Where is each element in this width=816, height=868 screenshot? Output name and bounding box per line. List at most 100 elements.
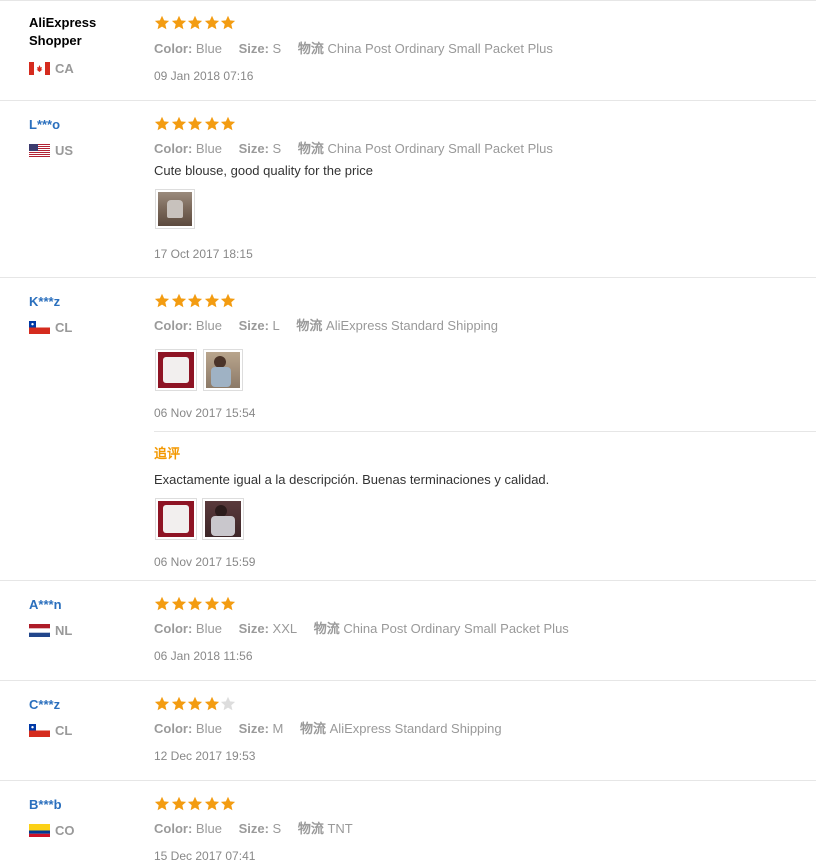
size-value: L — [272, 318, 280, 333]
star-filled-icon — [204, 796, 220, 812]
sku-info: Color: Blue Size: S 物流 TNT — [154, 818, 353, 837]
followup-photo-thumbnail[interactable] — [202, 498, 244, 540]
canada-flag-icon — [29, 61, 50, 75]
size-value: XXL — [272, 621, 298, 636]
shipping-value: China Post Ordinary Small Packet Plus — [327, 41, 553, 56]
logistics-label: 物流 — [297, 821, 324, 836]
star-filled-icon — [220, 116, 236, 132]
review-date: 06 Nov 2017 15:54 — [154, 406, 256, 420]
star-filled-icon — [187, 293, 203, 309]
star-filled-icon — [204, 596, 220, 612]
country-code: CA — [55, 60, 74, 76]
sku-info: Color: Blue Size: L 物流 AliExpress Standa… — [154, 315, 498, 334]
reviewer-country: CL — [29, 319, 72, 335]
star-filled-icon — [220, 15, 236, 31]
followup-comment: Exactamente igual a la descripción. Buen… — [154, 472, 550, 487]
star-filled-icon — [187, 116, 203, 132]
size-label: Size: — [238, 141, 269, 156]
size-value: S — [272, 821, 282, 836]
country-code: US — [55, 142, 74, 158]
sku-info: Color: Blue Size: XXL 物流 China Post Ordi… — [154, 618, 569, 637]
star-filled-icon — [171, 796, 187, 812]
review-comment: Cute blouse, good quality for the price — [154, 163, 373, 178]
review-date: 17 Oct 2017 18:15 — [154, 247, 253, 261]
reviewer-country: CA — [29, 60, 74, 76]
review-item: A***n NL Color: Blue Size: XXL 物流 China … — [0, 581, 816, 681]
logistics-label: 物流 — [300, 721, 327, 736]
star-filled-icon — [204, 15, 220, 31]
logistics-label: 物流 — [297, 141, 324, 156]
review-date: 06 Jan 2018 11:56 — [154, 649, 253, 663]
star-filled-icon — [187, 796, 203, 812]
star-filled-icon — [171, 293, 187, 309]
color-label: Color: — [154, 821, 193, 836]
color-value: Blue — [195, 821, 222, 836]
review-date: 15 Dec 2017 07:41 — [154, 849, 256, 863]
colombia-flag-icon — [29, 823, 50, 837]
star-filled-icon — [171, 15, 187, 31]
shipping-value: TNT — [327, 821, 353, 836]
star-filled-icon — [187, 696, 203, 712]
followup-photo-thumbnail[interactable] — [155, 498, 197, 540]
color-value: Blue — [195, 141, 222, 156]
reviewer-country: CO — [29, 822, 75, 838]
color-value: Blue — [195, 318, 222, 333]
logistics-label: 物流 — [297, 41, 324, 56]
rating-stars — [154, 116, 237, 132]
star-filled-icon — [171, 596, 187, 612]
usa-flag-icon — [29, 143, 50, 157]
size-value: S — [272, 41, 282, 56]
size-label: Size: — [238, 821, 269, 836]
reviewer-country: CL — [29, 722, 72, 738]
divider — [0, 0, 816, 1]
review-photo-thumbnail[interactable] — [155, 189, 195, 229]
reviewer-name[interactable]: K***z — [29, 293, 139, 311]
review-photo-thumbnail[interactable] — [203, 349, 243, 391]
color-value: Blue — [195, 721, 222, 736]
chile-flag-icon — [29, 320, 50, 334]
star-filled-icon — [204, 696, 220, 712]
shipping-value: AliExpress Standard Shipping — [329, 721, 502, 736]
reviewer-name[interactable]: C***z — [29, 696, 139, 714]
star-filled-icon — [187, 596, 203, 612]
star-filled-icon — [220, 596, 236, 612]
review-date: 12 Dec 2017 19:53 — [154, 749, 256, 763]
star-filled-icon — [154, 796, 170, 812]
shipping-value: AliExpress Standard Shipping — [326, 318, 499, 333]
star-filled-icon — [154, 293, 170, 309]
reviewer-name: AliExpress Shopper — [29, 15, 97, 48]
review-item: K***z CL Color: Blue Size: L 物流 AliExpre… — [0, 278, 816, 581]
star-filled-icon — [154, 596, 170, 612]
country-code: NL — [55, 622, 73, 638]
star-filled-icon — [171, 696, 187, 712]
reviewer-name[interactable]: A***n — [29, 596, 139, 614]
color-label: Color: — [154, 621, 193, 636]
divider — [154, 431, 816, 432]
reviewer-name[interactable]: B***b — [29, 796, 139, 814]
star-filled-icon — [187, 15, 203, 31]
review-item: AliExpress Shopper CA Color: Blue Size: … — [0, 0, 816, 101]
color-label: Color: — [154, 318, 193, 333]
star-filled-icon — [204, 293, 220, 309]
country-code: CL — [55, 319, 73, 335]
followup-date: 06 Nov 2017 15:59 — [154, 555, 256, 569]
review-item: L***o US Color: Blue Size: S 物流 China Po… — [0, 101, 816, 278]
color-label: Color: — [154, 41, 193, 56]
netherlands-flag-icon — [29, 623, 50, 637]
color-label: Color: — [154, 721, 193, 736]
review-photo-thumbnail[interactable] — [155, 349, 197, 391]
shipping-value: China Post Ordinary Small Packet Plus — [327, 141, 553, 156]
rating-stars — [154, 696, 237, 712]
color-label: Color: — [154, 141, 193, 156]
sku-info: Color: Blue Size: S 物流 China Post Ordina… — [154, 38, 553, 57]
review-item: B***b CO Color: Blue Size: S 物流 TNT 15 D… — [0, 781, 816, 868]
color-value: Blue — [195, 41, 222, 56]
size-value: M — [272, 721, 284, 736]
sku-info: Color: Blue Size: S 物流 China Post Ordina… — [154, 138, 553, 157]
rating-stars — [154, 293, 237, 309]
logistics-label: 物流 — [313, 621, 340, 636]
size-label: Size: — [238, 41, 269, 56]
rating-stars — [154, 596, 237, 612]
reviewer-name[interactable]: L***o — [29, 116, 139, 134]
country-code: CL — [55, 722, 73, 738]
